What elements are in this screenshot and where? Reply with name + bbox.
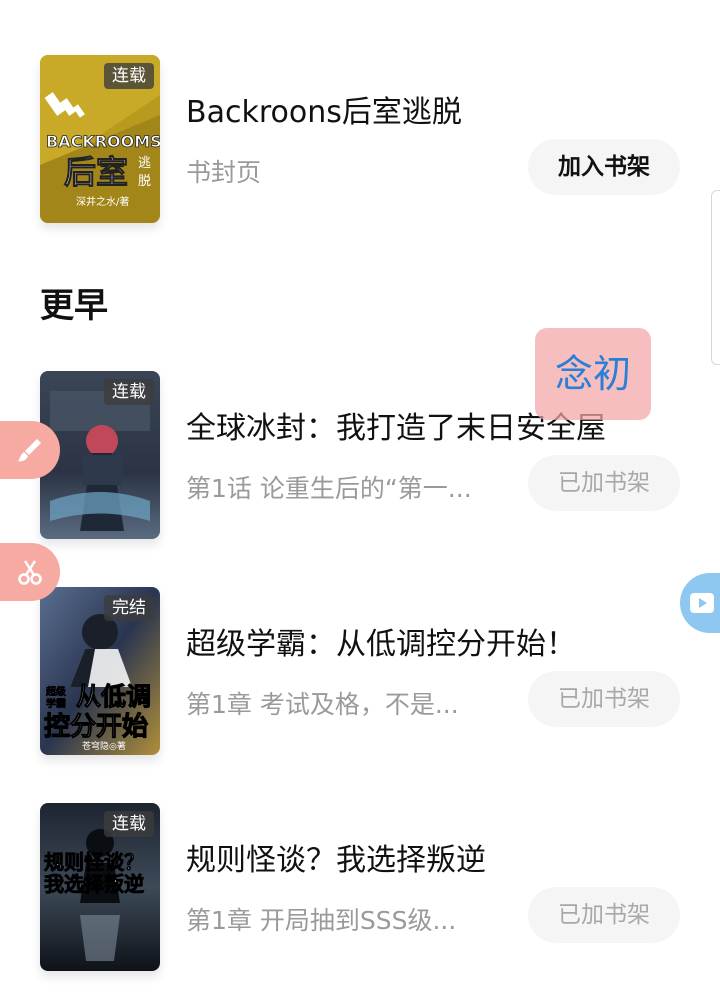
cover-author: 深井之水/著 <box>76 195 129 208</box>
on-shelf-button[interactable]: 已加书架 <box>528 671 680 727</box>
cover-side-text-1: 逃 <box>138 156 151 171</box>
book-subtitle: 第1章 考试及格，不是... <box>186 690 459 719</box>
brush-tool-button[interactable] <box>0 421 60 479</box>
scissors-tool-button[interactable] <box>0 543 60 601</box>
book-cover[interactable]: 超级 学霸 从低调 控分开始 苍穹隐◎著 完结 <box>40 587 160 755</box>
book-subtitle: 第1话 论重生后的“第一... <box>186 474 472 503</box>
status-badge: 连载 <box>104 811 154 837</box>
cover-side-text-2: 脱 <box>138 174 151 189</box>
book-item-backrooms[interactable]: BACKROOMS 后室 逃 脱 深井之水/著 连载 Backroons后室逃脱… <box>0 55 720 225</box>
side-drawer-handle[interactable] <box>711 190 720 365</box>
add-to-shelf-button[interactable]: 加入书架 <box>528 139 680 195</box>
book-subtitle: 第1章 开局抽到SSS级... <box>186 906 457 935</box>
cover-text-line2: 控分开始 <box>44 712 148 742</box>
book-item-rule-horror[interactable]: 规则怪谈？ 我选择叛逆 连载 规则怪谈？我选择叛逆 第1章 开局抽到SSS级..… <box>0 803 720 973</box>
scissors-icon <box>18 560 42 585</box>
cover-text-line2: 我选择叛逆 <box>44 872 144 896</box>
brush-icon <box>18 439 41 462</box>
book-title[interactable]: Backroons后室逃脱 <box>186 87 462 131</box>
book-item-super-scholar[interactable]: 超级 学霸 从低调 控分开始 苍穹隐◎著 完结 超级学霸：从低调控分开始！ 第1… <box>0 587 720 757</box>
status-badge: 连载 <box>104 379 154 405</box>
book-cover[interactable]: BACKROOMS 后室 逃 脱 深井之水/著 连载 <box>40 55 160 223</box>
cover-text-top: 超级 <box>45 685 67 698</box>
cover-text-line1: 从低调 <box>76 682 151 711</box>
section-title-earlier: 更早 <box>40 286 108 326</box>
cover-title-en: BACKROOMS <box>46 132 160 151</box>
cover-text-top2: 学霸 <box>46 697 66 710</box>
cover-author: 苍穹隐◎著 <box>82 740 126 752</box>
book-cover[interactable]: 规则怪谈？ 我选择叛逆 连载 <box>40 803 160 971</box>
cover-text-line1: 规则怪谈？ <box>44 850 144 874</box>
on-shelf-button[interactable]: 已加书架 <box>528 455 680 511</box>
book-title[interactable]: 超级学霸：从低调控分开始！ <box>186 619 576 663</box>
book-title[interactable]: 规则怪谈？我选择叛逆 <box>186 835 486 879</box>
cover-title-cn: 后室 <box>64 153 128 191</box>
on-shelf-button[interactable]: 已加书架 <box>528 887 680 943</box>
status-badge: 连载 <box>104 63 154 89</box>
status-badge: 完结 <box>104 595 154 621</box>
book-subtitle: 书封页 <box>186 158 262 187</box>
floating-name-tag[interactable]: 念初 <box>535 328 651 420</box>
video-play-icon <box>690 593 714 613</box>
